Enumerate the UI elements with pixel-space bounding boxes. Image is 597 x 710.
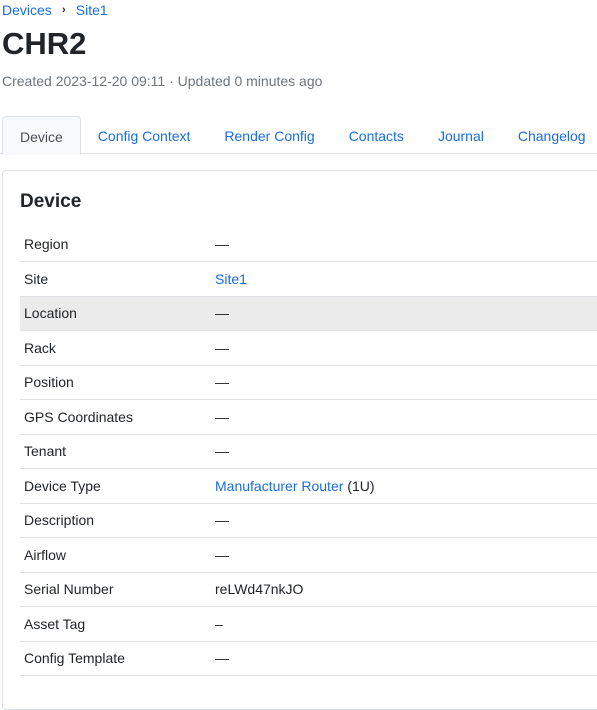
table-row-tenant: Tenant — — [20, 434, 597, 469]
row-value: — — [215, 339, 229, 356]
tab-render-config[interactable]: Render Config — [207, 116, 331, 154]
row-label: Serial Number — [24, 581, 114, 598]
chevron-right-icon: › — [61, 4, 66, 16]
row-label: Position — [24, 374, 74, 391]
row-label: Asset Tag — [24, 615, 86, 632]
device-type-link[interactable]: Manufacturer Router — [215, 478, 343, 494]
tab-changelog[interactable]: Changelog — [501, 116, 597, 154]
row-value: — — [215, 236, 229, 252]
table-row-gps-coordinates: GPS Coordinates — — [20, 400, 597, 434]
breadcrumb-site-link[interactable]: Site1 — [76, 1, 108, 19]
row-value: – — [215, 615, 223, 632]
row-label: Config Template — [24, 650, 125, 667]
page-title: CHR2 — [2, 26, 87, 61]
card-title: Device — [20, 191, 82, 212]
row-label: Description — [24, 512, 95, 529]
table-row-rack: Rack — — [20, 331, 597, 365]
device-type-height: (1U) — [347, 477, 375, 494]
table-row-position: Position — — [20, 365, 597, 400]
table-row-asset-tag: Asset Tag – — [20, 607, 597, 641]
row-label: Location — [24, 305, 77, 322]
row-label: Airflow — [24, 546, 67, 563]
table-row-site: Site Site1 — [20, 262, 597, 297]
row-label: Region — [24, 236, 69, 252]
row-value: — — [215, 650, 229, 667]
breadcrumb-devices-link[interactable]: Devices — [2, 1, 52, 19]
site-link[interactable]: Site1 — [215, 271, 247, 287]
table-row-serial-number: Serial Number reLWd47nkJO — [20, 572, 597, 607]
tab-config-context[interactable]: Config Context — [81, 116, 208, 154]
row-label: Tenant — [24, 443, 67, 460]
tab-contacts[interactable]: Contacts — [332, 116, 421, 154]
device-attributes-table: Region — Site Site1 Location — Rack — Po… — [20, 227, 597, 676]
breadcrumb: Devices › Site1 — [2, 1, 108, 19]
row-value: — — [215, 512, 229, 529]
tab-bar: Device Config Context Render Config Cont… — [0, 116, 597, 155]
row-value-cell: Site1 — [211, 262, 597, 297]
created-updated-meta: Created 2023-12-20 09:11 · Updated 0 min… — [2, 73, 323, 89]
row-value: — — [215, 374, 229, 391]
table-row-region: Region — — [20, 227, 597, 262]
row-label: Rack — [24, 339, 56, 356]
device-card: Device Region — Site Site1 Location — Ra… — [2, 170, 597, 710]
table-row-airflow: Airflow — — [20, 538, 597, 572]
row-label: GPS Coordinates — [24, 408, 133, 425]
row-value: — — [215, 443, 229, 460]
row-label: Site — [24, 270, 49, 287]
row-value: — — [215, 408, 229, 425]
table-row-description: Description — — [20, 503, 597, 538]
tab-journal[interactable]: Journal — [421, 116, 501, 154]
row-value-cell: Manufacturer Router (1U) — [211, 469, 597, 504]
row-value: — — [215, 546, 229, 563]
tab-device[interactable]: Device — [2, 116, 81, 155]
table-row-location: Location — — [20, 296, 597, 331]
row-value: — — [215, 305, 229, 322]
row-label: Device Type — [24, 477, 101, 494]
table-row-config-template: Config Template — — [20, 641, 597, 676]
table-row-device-type: Device Type Manufacturer Router (1U) — [20, 469, 597, 504]
row-value: reLWd47nkJO — [215, 581, 304, 598]
